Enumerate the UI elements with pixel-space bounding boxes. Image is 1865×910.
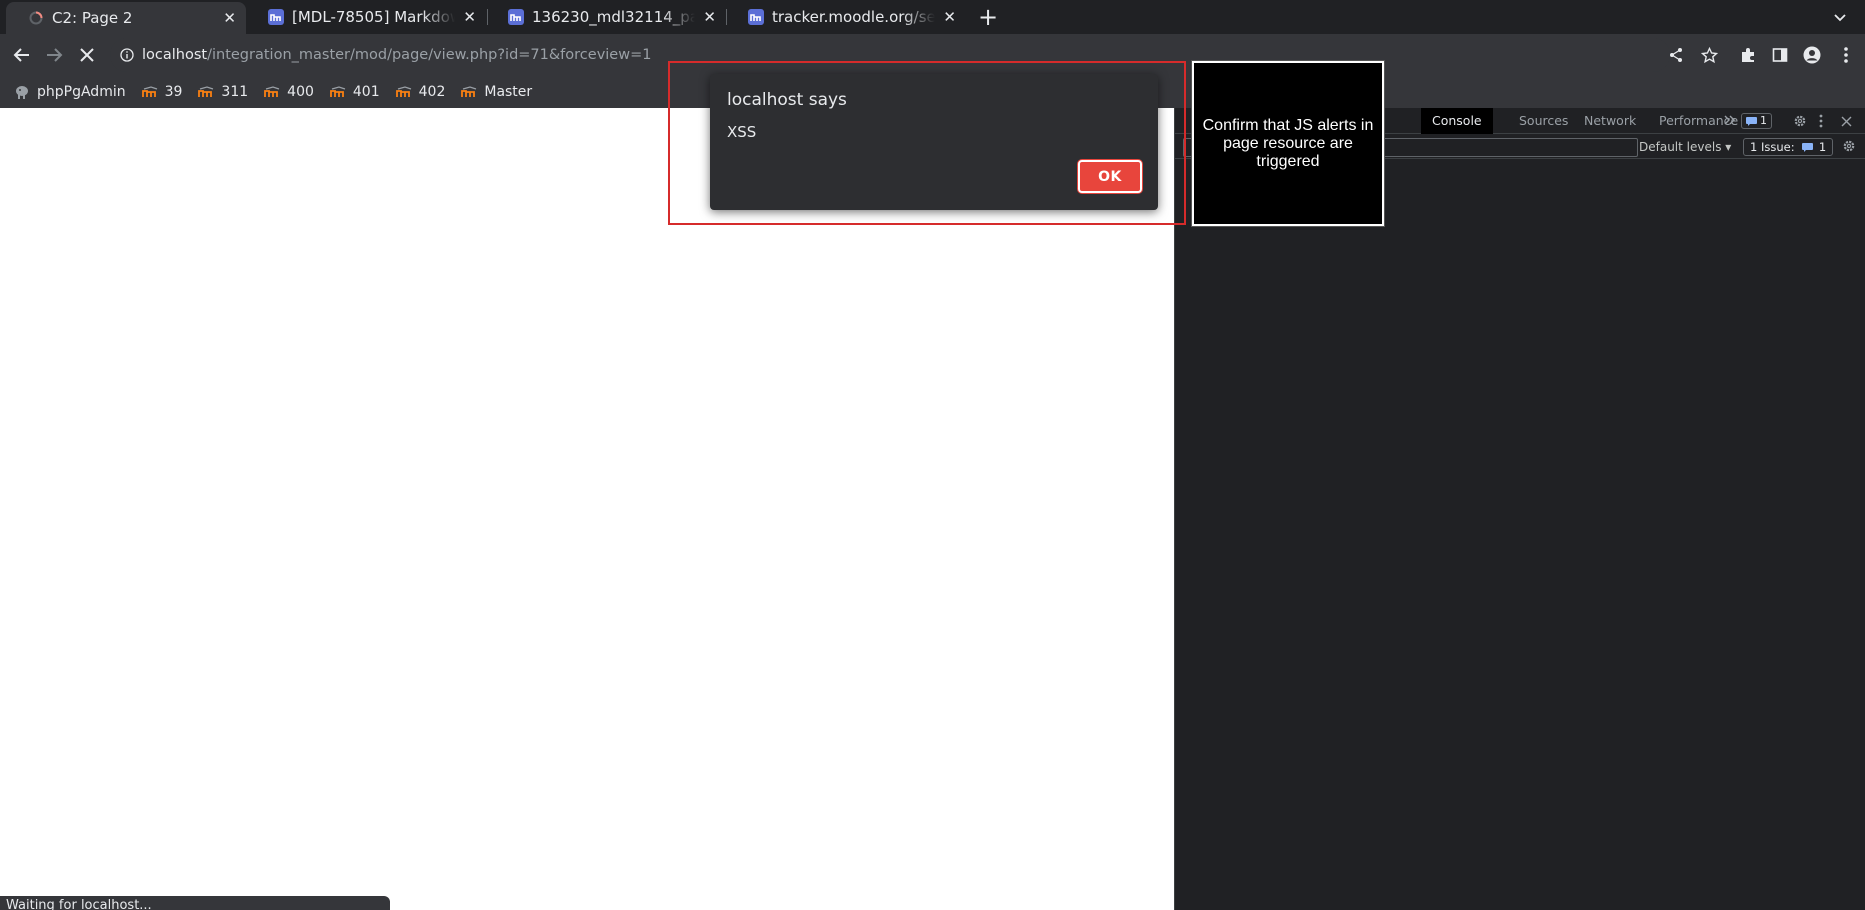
devtools-panel: Console Sources Network Performance 1 De…: [1174, 108, 1865, 910]
elephant-icon: [14, 84, 30, 100]
log-levels-dropdown[interactable]: Default levels ▾: [1639, 139, 1731, 156]
devtools-tab-sources[interactable]: Sources: [1508, 108, 1579, 134]
moodle-icon: [268, 9, 284, 25]
issues-counter[interactable]: 1: [1741, 113, 1772, 129]
tab-title: 136230_mdl32114_parsed: [532, 8, 696, 26]
forward-arrow-icon[interactable]: [42, 43, 66, 67]
devtools-tab-network[interactable]: Network: [1573, 108, 1647, 134]
devtools-menu-kebab-icon[interactable]: [1819, 114, 1823, 131]
settings-gear-icon[interactable]: [1793, 114, 1807, 131]
moodle-icon: [198, 86, 214, 98]
close-tab-icon[interactable]: ✕: [463, 8, 476, 26]
profile-avatar-icon[interactable]: [1802, 45, 1822, 65]
close-tab-icon[interactable]: ✕: [943, 8, 956, 26]
tab-title: [MDL-78505] Markdown to: [292, 8, 455, 26]
alert-ok-button[interactable]: OK: [1078, 160, 1142, 193]
tab-search-chevron-icon[interactable]: [1830, 4, 1850, 30]
issues-button[interactable]: 1 Issue: 1: [1743, 138, 1834, 156]
url-host: localhost: [142, 47, 208, 63]
message-icon: [1802, 140, 1814, 156]
moodle-icon: [395, 86, 412, 98]
moodle-icon: [329, 86, 346, 98]
close-tab-icon[interactable]: ✕: [703, 8, 716, 26]
tab-strip: C2: Page 2 ✕ [MDL-78505] Markdown to ✕ 1…: [0, 0, 1865, 34]
annotation-callout: Confirm that JS alerts in page resource …: [1192, 61, 1384, 226]
bookmark-400[interactable]: 400: [264, 84, 314, 100]
page-viewport: [0, 108, 1174, 910]
bookmark-label: 311: [221, 84, 249, 100]
url-path: /integration_master/mod/page/view.php?id…: [207, 47, 652, 63]
bookmark-label: 402: [418, 84, 446, 100]
extensions-puzzle-icon[interactable]: [1738, 45, 1758, 65]
site-info-icon[interactable]: [120, 48, 134, 62]
bookmark-phppgadmin[interactable]: phpPgAdmin: [14, 84, 126, 100]
moodle-icon: [461, 86, 477, 98]
close-devtools-icon[interactable]: [1841, 115, 1852, 130]
moodle-icon: [141, 86, 158, 98]
console-settings-gear-icon[interactable]: [1842, 139, 1856, 156]
tab-tracker-moodle[interactable]: tracker.moodle.org/secure ✕: [726, 0, 966, 34]
message-icon: [1746, 116, 1757, 126]
issues-count: 1: [1818, 140, 1827, 154]
back-arrow-icon[interactable]: [10, 43, 34, 67]
status-bubble: Waiting for localhost...: [0, 896, 390, 910]
more-tabs-chevron-icon[interactable]: [1723, 114, 1737, 129]
bookmark-label: 400: [287, 84, 314, 100]
devtools-tab-console[interactable]: Console: [1421, 108, 1493, 134]
js-alert-dialog: localhost says XSS OK: [710, 74, 1158, 210]
tab-mdl-78505[interactable]: [MDL-78505] Markdown to ✕: [246, 0, 486, 34]
alert-message: XSS: [727, 123, 757, 141]
stop-loading-icon[interactable]: [75, 43, 99, 67]
new-tab-button[interactable]: +: [978, 3, 998, 31]
bookmark-39[interactable]: 39: [141, 84, 183, 100]
bookmark-label: phpPgAdmin: [37, 84, 126, 100]
tab-136230-mdl32114[interactable]: 136230_mdl32114_parsed ✕: [486, 0, 726, 34]
issues-count: 1: [1760, 114, 1767, 127]
bookmark-401[interactable]: 401: [329, 84, 380, 100]
tab-title: tracker.moodle.org/secure: [772, 8, 936, 26]
bookmark-label: Master: [484, 84, 533, 100]
bookmark-311[interactable]: 311: [198, 84, 248, 100]
issues-label: 1 Issue:: [1750, 140, 1795, 154]
moodle-icon: [508, 9, 524, 25]
menu-kebab-icon[interactable]: [1836, 45, 1856, 65]
bookmark-label: 39: [164, 84, 183, 100]
moodle-icon: [748, 9, 764, 25]
alert-title: localhost says: [727, 90, 847, 110]
loading-spinner-icon: [28, 10, 44, 26]
bookmark-402[interactable]: 402: [395, 84, 446, 100]
side-panel-icon[interactable]: [1770, 45, 1790, 65]
tab-c2-page-2[interactable]: C2: Page 2 ✕: [6, 2, 246, 34]
moodle-icon: [264, 86, 280, 98]
bookmark-label: 401: [352, 84, 380, 100]
bookmark-master[interactable]: Master: [461, 84, 532, 100]
close-tab-icon[interactable]: ✕: [223, 9, 236, 27]
callout-text: Confirm that JS alerts in page resource …: [1202, 116, 1374, 170]
bookmark-star-icon[interactable]: [1699, 45, 1719, 65]
tab-title: C2: Page 2: [52, 9, 133, 27]
share-icon[interactable]: [1666, 45, 1686, 65]
